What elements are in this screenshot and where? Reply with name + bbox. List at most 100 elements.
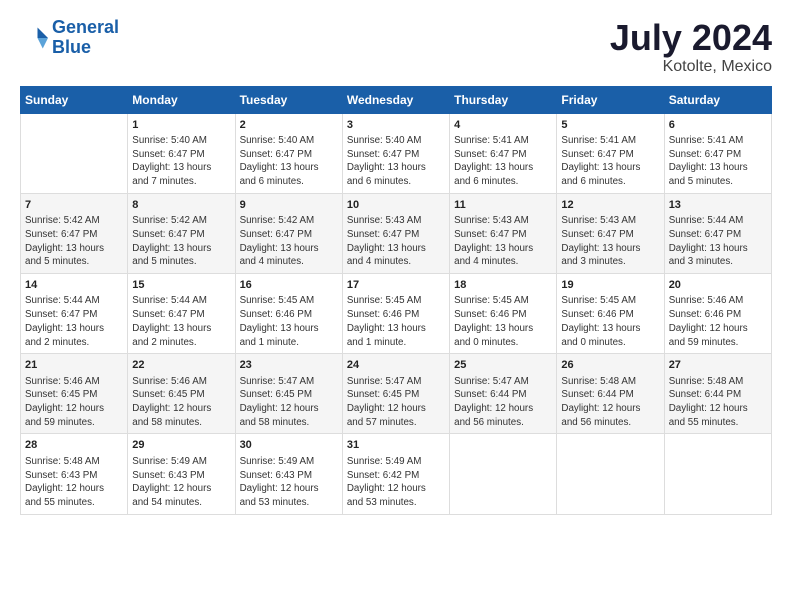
day-info: Sunrise: 5:46 AM Sunset: 6:45 PM Dayligh… xyxy=(132,375,230,430)
calendar-cell: 2Sunrise: 5:40 AM Sunset: 6:47 PM Daylig… xyxy=(235,113,342,193)
day-number: 25 xyxy=(454,358,552,373)
calendar-cell: 22Sunrise: 5:46 AM Sunset: 6:45 PM Dayli… xyxy=(128,354,235,434)
calendar-cell: 25 Sunrise: 5:47 AM Sunset: 6:44 PM Dayli… xyxy=(450,354,557,434)
day-number: 31 xyxy=(347,438,445,453)
day-number: 1 xyxy=(132,118,230,133)
calendar-cell: 6Sunrise: 5:41 AM Sunset: 6:47 PM Daylig… xyxy=(664,113,771,193)
day-info: Sunrise: 5:49 AM Sunset: 6:42 PM Dayligh… xyxy=(347,455,445,510)
day-number: 2 xyxy=(240,118,338,133)
calendar-cell: 12Sunrise: 5:43 AM Sunset: 6:47 PM Dayli… xyxy=(557,193,664,273)
page: General Blue July 2024 Kotolte, Mexico S… xyxy=(0,0,792,525)
logo-text: General Blue xyxy=(52,18,119,58)
calendar-cell: 1Sunrise: 5:40 AM Sunset: 6:47 PM Daylig… xyxy=(128,113,235,193)
header-tuesday: Tuesday xyxy=(235,86,342,113)
day-number: 21 xyxy=(25,358,123,373)
calendar-cell xyxy=(557,434,664,514)
day-info: Sunrise: 5:49 AM Sunset: 6:43 PM Dayligh… xyxy=(132,455,230,510)
day-info: Sunrise: 5:40 AM Sunset: 6:47 PM Dayligh… xyxy=(132,134,230,189)
day-info: Sunrise: 5:47 AM Sunset: 6:44 PM Dayligh… xyxy=(454,375,552,430)
day-number: 29 xyxy=(132,438,230,453)
header-friday: Friday xyxy=(557,86,664,113)
day-number: 18 xyxy=(454,278,552,293)
calendar-cell: 19Sunrise: 5:45 AM Sunset: 6:46 PM Dayli… xyxy=(557,274,664,354)
day-info: Sunrise: 5:44 AM Sunset: 6:47 PM Dayligh… xyxy=(132,294,230,349)
header-row: SundayMondayTuesdayWednesdayThursdayFrid… xyxy=(21,86,772,113)
day-number: 16 xyxy=(240,278,338,293)
calendar-cell: 9Sunrise: 5:42 AM Sunset: 6:47 PM Daylig… xyxy=(235,193,342,273)
day-number: 3 xyxy=(347,118,445,133)
day-info: Sunrise: 5:45 AM Sunset: 6:46 PM Dayligh… xyxy=(561,294,659,349)
calendar-cell: 14Sunrise: 5:44 AM Sunset: 6:47 PM Dayli… xyxy=(21,274,128,354)
day-number: 4 xyxy=(454,118,552,133)
subtitle: Kotolte, Mexico xyxy=(610,58,772,76)
header-saturday: Saturday xyxy=(664,86,771,113)
day-info: Sunrise: 5:44 AM Sunset: 6:47 PM Dayligh… xyxy=(25,294,123,349)
day-number: 23 xyxy=(240,358,338,373)
calendar-cell: 20Sunrise: 5:46 AM Sunset: 6:46 PM Dayli… xyxy=(664,274,771,354)
logo-line1: General xyxy=(52,17,119,37)
day-number: 19 xyxy=(561,278,659,293)
header-thursday: Thursday xyxy=(450,86,557,113)
logo-icon xyxy=(20,24,48,52)
calendar-cell: 5Sunrise: 5:41 AM Sunset: 6:47 PM Daylig… xyxy=(557,113,664,193)
calendar-cell: 8Sunrise: 5:42 AM Sunset: 6:47 PM Daylig… xyxy=(128,193,235,273)
day-number: 11 xyxy=(454,198,552,213)
calendar-cell: 21Sunrise: 5:46 AM Sunset: 6:45 PM Dayli… xyxy=(21,354,128,434)
day-number: 30 xyxy=(240,438,338,453)
day-number: 28 xyxy=(25,438,123,453)
day-number: 27 xyxy=(669,358,767,373)
day-info: Sunrise: 5:48 AM Sunset: 6:44 PM Dayligh… xyxy=(561,375,659,430)
calendar-cell: 27 Sunrise: 5:48 AM Sunset: 6:44 PM Dayli… xyxy=(664,354,771,434)
calendar-cell: 13Sunrise: 5:44 AM Sunset: 6:47 PM Dayli… xyxy=(664,193,771,273)
calendar-cell: 28 Sunrise: 5:48 AM Sunset: 6:43 PM Dayli… xyxy=(21,434,128,514)
day-info: Sunrise: 5:41 AM Sunset: 6:47 PM Dayligh… xyxy=(561,134,659,189)
week-row-0: 1Sunrise: 5:40 AM Sunset: 6:47 PM Daylig… xyxy=(21,113,772,193)
calendar-cell: 24 Sunrise: 5:47 AM Sunset: 6:45 PM Dayli… xyxy=(342,354,449,434)
day-number: 10 xyxy=(347,198,445,213)
day-info: Sunrise: 5:43 AM Sunset: 6:47 PM Dayligh… xyxy=(454,214,552,269)
logo: General Blue xyxy=(20,18,119,58)
header-sunday: Sunday xyxy=(21,86,128,113)
calendar-cell: 7Sunrise: 5:42 AM Sunset: 6:47 PM Daylig… xyxy=(21,193,128,273)
day-info: Sunrise: 5:40 AM Sunset: 6:47 PM Dayligh… xyxy=(347,134,445,189)
day-info: Sunrise: 5:42 AM Sunset: 6:47 PM Dayligh… xyxy=(240,214,338,269)
day-info: Sunrise: 5:43 AM Sunset: 6:47 PM Dayligh… xyxy=(347,214,445,269)
day-number: 5 xyxy=(561,118,659,133)
day-info: Sunrise: 5:43 AM Sunset: 6:47 PM Dayligh… xyxy=(561,214,659,269)
calendar-cell xyxy=(664,434,771,514)
day-number: 6 xyxy=(669,118,767,133)
day-number: 17 xyxy=(347,278,445,293)
day-info: Sunrise: 5:48 AM Sunset: 6:43 PM Dayligh… xyxy=(25,455,123,510)
day-info: Sunrise: 5:42 AM Sunset: 6:47 PM Dayligh… xyxy=(25,214,123,269)
calendar-cell: 16Sunrise: 5:45 AM Sunset: 6:46 PM Dayli… xyxy=(235,274,342,354)
calendar-cell: 4Sunrise: 5:41 AM Sunset: 6:47 PM Daylig… xyxy=(450,113,557,193)
main-title: July 2024 xyxy=(610,18,772,58)
day-info: Sunrise: 5:47 AM Sunset: 6:45 PM Dayligh… xyxy=(347,375,445,430)
calendar-cell: 3Sunrise: 5:40 AM Sunset: 6:47 PM Daylig… xyxy=(342,113,449,193)
day-info: Sunrise: 5:49 AM Sunset: 6:43 PM Dayligh… xyxy=(240,455,338,510)
day-info: Sunrise: 5:46 AM Sunset: 6:46 PM Dayligh… xyxy=(669,294,767,349)
calendar-cell xyxy=(450,434,557,514)
day-info: Sunrise: 5:45 AM Sunset: 6:46 PM Dayligh… xyxy=(454,294,552,349)
day-number: 14 xyxy=(25,278,123,293)
day-info: Sunrise: 5:45 AM Sunset: 6:46 PM Dayligh… xyxy=(240,294,338,349)
header-wednesday: Wednesday xyxy=(342,86,449,113)
day-info: Sunrise: 5:48 AM Sunset: 6:44 PM Dayligh… xyxy=(669,375,767,430)
day-info: Sunrise: 5:42 AM Sunset: 6:47 PM Dayligh… xyxy=(132,214,230,269)
calendar-cell: 10Sunrise: 5:43 AM Sunset: 6:47 PM Dayli… xyxy=(342,193,449,273)
title-block: July 2024 Kotolte, Mexico xyxy=(610,18,772,76)
day-number: 26 xyxy=(561,358,659,373)
calendar-cell: 11Sunrise: 5:43 AM Sunset: 6:47 PM Dayli… xyxy=(450,193,557,273)
day-number: 24 xyxy=(347,358,445,373)
week-row-4: 28 Sunrise: 5:48 AM Sunset: 6:43 PM Dayli… xyxy=(21,434,772,514)
calendar-cell: 30 Sunrise: 5:49 AM Sunset: 6:43 PM Dayli… xyxy=(235,434,342,514)
day-number: 12 xyxy=(561,198,659,213)
calendar-cell xyxy=(21,113,128,193)
day-info: Sunrise: 5:40 AM Sunset: 6:47 PM Dayligh… xyxy=(240,134,338,189)
day-number: 8 xyxy=(132,198,230,213)
day-number: 7 xyxy=(25,198,123,213)
logo-line2: Blue xyxy=(52,37,91,57)
day-info: Sunrise: 5:41 AM Sunset: 6:47 PM Dayligh… xyxy=(669,134,767,189)
day-number: 9 xyxy=(240,198,338,213)
calendar-cell: 26 Sunrise: 5:48 AM Sunset: 6:44 PM Dayli… xyxy=(557,354,664,434)
